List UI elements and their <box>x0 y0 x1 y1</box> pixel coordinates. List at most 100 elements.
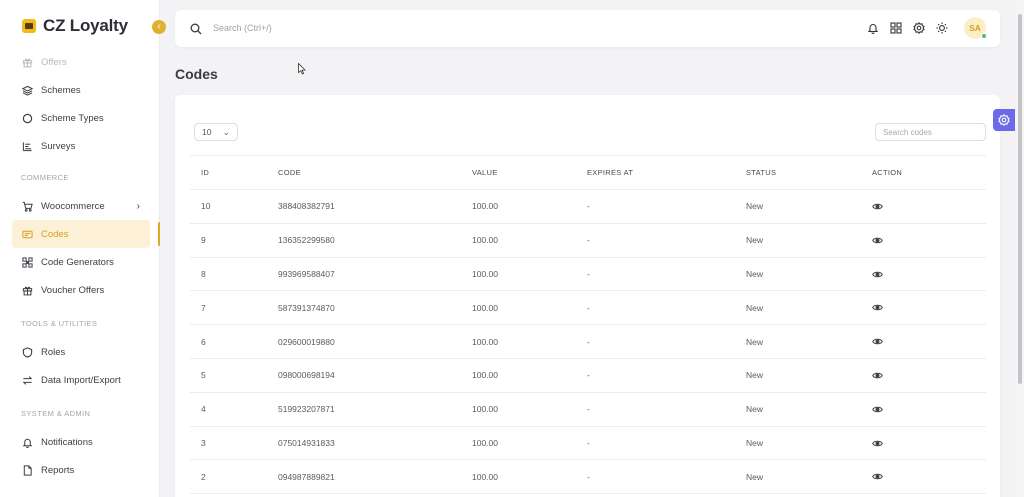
brand[interactable]: CZ Loyalty <box>22 16 128 36</box>
search-icon[interactable] <box>190 22 202 35</box>
eye-icon[interactable] <box>872 201 883 212</box>
cell-value: 100.00 <box>461 324 576 359</box>
gear-icon[interactable] <box>913 22 925 34</box>
cell-expires-at: - <box>576 324 735 359</box>
cell-code: 098000698194 <box>267 358 461 393</box>
cell-action <box>861 324 986 359</box>
eye-icon[interactable] <box>872 471 883 482</box>
cell-code: 136352299580 <box>267 223 461 258</box>
list-chart-icon <box>22 141 33 152</box>
cell-expires-at: - <box>576 392 735 427</box>
page-size-select[interactable]: 10 ⌄ <box>194 123 238 141</box>
cell-action <box>861 392 986 427</box>
eye-icon[interactable] <box>872 404 883 415</box>
circle-icon <box>22 113 33 124</box>
eye-icon[interactable] <box>872 438 883 449</box>
cell-id: 3 <box>190 426 267 461</box>
chevron-down-icon: ⌄ <box>222 127 230 137</box>
customizer-button[interactable] <box>993 109 1015 131</box>
cell-expires-at: - <box>576 189 735 224</box>
eye-icon[interactable] <box>872 269 883 280</box>
cell-value: 100.00 <box>461 189 576 224</box>
cell-code: 029600019880 <box>267 324 461 359</box>
cell-status: New <box>735 392 861 427</box>
table-row: 5 098000698194 100.00- New <box>190 358 986 393</box>
cell-status: New <box>735 189 861 224</box>
cell-code: 388408382791 <box>267 189 461 224</box>
sidebar-item-offers[interactable]: Offers <box>12 48 150 76</box>
cell-value: 100.00 <box>461 426 576 461</box>
global-search-input[interactable] <box>213 20 513 36</box>
cell-code: 993969588407 <box>267 257 461 292</box>
header-id[interactable]: ID <box>190 155 267 190</box>
sidebar-item-code-generators[interactable]: Code Generators <box>12 248 150 276</box>
apps-grid-icon[interactable] <box>890 22 902 34</box>
sidebar-item-notifications[interactable]: Notifications <box>12 428 150 456</box>
topbar: SA <box>175 10 1000 47</box>
cell-action <box>861 426 986 461</box>
sidebar-nav: Offers Schemes Scheme Types Surveys COMM… <box>0 48 160 484</box>
sidebar-item-woocommerce[interactable]: Woocommerce › <box>12 192 150 220</box>
eye-icon[interactable] <box>872 235 883 246</box>
search-codes-input[interactable] <box>875 123 986 141</box>
gift-icon <box>22 57 33 68</box>
sidebar-item-roles[interactable]: Roles <box>12 338 150 366</box>
section-label-tools: TOOLS & UTILITIES <box>21 319 98 328</box>
section-label-commerce: COMMERCE <box>21 173 69 182</box>
cell-expires-at: - <box>576 290 735 326</box>
sidebar-item-codes[interactable]: Codes <box>12 220 160 248</box>
sidebar: CZ Loyalty Offers Schemes Scheme Types S… <box>0 0 160 497</box>
eye-icon[interactable] <box>872 336 883 347</box>
sidebar-item-scheme-types[interactable]: Scheme Types <box>12 104 150 132</box>
page-scrollbar[interactable] <box>1016 0 1024 497</box>
cell-code: 075014931833 <box>267 426 461 461</box>
cell-status: New <box>735 459 861 495</box>
sidebar-item-label: Reports <box>41 464 75 476</box>
sidebar-item-schemes[interactable]: Schemes <box>12 76 150 104</box>
sidebar-item-label: Data Import/Export <box>41 374 121 386</box>
scrollbar-thumb[interactable] <box>1018 14 1022 384</box>
eye-icon[interactable] <box>872 370 883 381</box>
sidebar-item-data-import-export[interactable]: Data Import/Export <box>12 366 150 394</box>
header-value[interactable]: VALUE <box>461 155 576 190</box>
sidebar-item-label: Woocommerce <box>41 200 105 212</box>
collapse-sidebar-button[interactable]: ‹ <box>152 20 166 34</box>
online-status-dot <box>981 33 987 39</box>
eye-icon[interactable] <box>872 302 883 313</box>
bell-icon <box>22 437 33 448</box>
header-expires-at[interactable]: EXPIRES AT <box>576 155 735 190</box>
sidebar-item-voucher-offers[interactable]: Voucher Offers <box>12 276 150 304</box>
gift-icon <box>22 285 33 296</box>
cell-code: 519923207871 <box>267 392 461 427</box>
header-code[interactable]: CODE <box>267 155 461 190</box>
cell-id: 7 <box>190 290 267 326</box>
table-row: 4 519923207871 100.00- New <box>190 392 986 427</box>
cell-value: 100.00 <box>461 257 576 292</box>
cell-action <box>861 358 986 393</box>
cell-value: 100.00 <box>461 459 576 495</box>
cell-action <box>861 189 986 224</box>
sidebar-item-label: Scheme Types <box>41 112 104 124</box>
bell-icon[interactable] <box>867 22 879 34</box>
topbar-icons <box>867 22 948 34</box>
file-icon <box>22 464 33 476</box>
cell-expires-at: - <box>576 459 735 495</box>
cell-expires-at: - <box>576 358 735 393</box>
cell-status: New <box>735 257 861 292</box>
cell-expires-at: - <box>576 223 735 258</box>
code-card-icon <box>22 229 33 240</box>
avatar[interactable]: SA <box>964 17 987 39</box>
cell-value: 100.00 <box>461 358 576 393</box>
header-status[interactable]: STATUS <box>735 155 861 190</box>
page-title: Codes <box>175 66 218 82</box>
avatar-initials: SA <box>969 23 981 33</box>
header-action: ACTION <box>861 155 986 190</box>
sidebar-item-label: Codes <box>41 228 69 240</box>
cell-expires-at: - <box>576 257 735 292</box>
cell-action <box>861 223 986 258</box>
sidebar-item-reports[interactable]: Reports <box>12 456 150 484</box>
sidebar-item-surveys[interactable]: Surveys <box>12 132 150 160</box>
sun-icon[interactable] <box>936 22 948 34</box>
cell-code: 587391374870 <box>267 290 461 326</box>
mouse-cursor-icon <box>298 63 306 75</box>
